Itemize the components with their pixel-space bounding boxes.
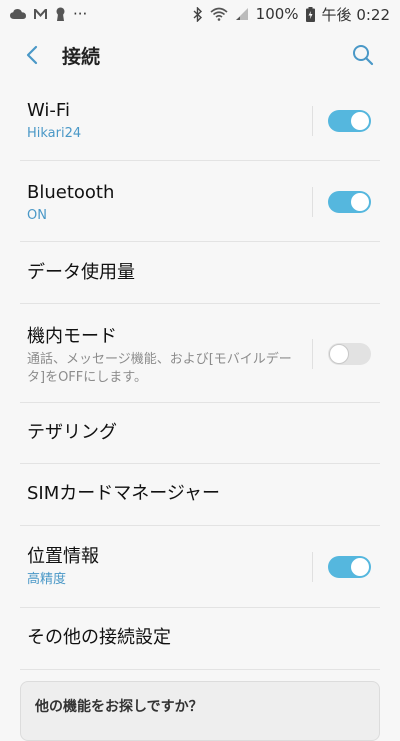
wifi-icon <box>210 7 228 21</box>
clock: 午後 0:22 <box>321 5 390 24</box>
cloud-icon <box>10 8 26 20</box>
bluetooth-toggle[interactable] <box>328 191 371 213</box>
setting-row-location[interactable]: 位置情報 高精度 <box>0 526 400 608</box>
mail-icon <box>33 8 48 20</box>
status-bar-right: 100% 午後 0:22 <box>193 4 390 25</box>
status-bar-left: ··· <box>10 5 87 23</box>
back-button[interactable] <box>18 41 46 69</box>
setting-row-more-connection-settings[interactable]: その他の接続設定 <box>0 608 400 670</box>
hint-card-title: 他の機能をお探しですか？ <box>35 699 203 715</box>
battery-charging-icon <box>305 6 315 22</box>
setting-title: 位置情報 <box>27 546 99 567</box>
toggle-knob <box>329 344 349 364</box>
divider-vertical <box>312 106 313 136</box>
toggle-knob <box>350 192 370 212</box>
airplane-mode-toggle[interactable] <box>328 343 371 365</box>
setting-row-bluetooth[interactable]: Bluetooth ON <box>0 161 400 242</box>
setting-subtitle: Hikari24 <box>27 126 82 141</box>
setting-row-airplane-mode[interactable]: 機内モード 通話、メッセージ機能、および[モバイルデータ]をOFFにします。 <box>0 304 400 403</box>
setting-row-data-usage[interactable]: データ使用量 <box>0 242 400 304</box>
toggle-knob <box>350 111 370 131</box>
search-button[interactable] <box>348 40 378 70</box>
setting-description: 通話、メッセージ機能、および[モバイルデータ]をOFFにします。 <box>27 352 292 385</box>
setting-title: Wi-Fi <box>27 100 70 121</box>
chevron-left-icon <box>26 45 38 65</box>
looking-for-more-card: 他の機能をお探しですか？ <box>20 681 380 741</box>
toggle-knob <box>350 557 370 577</box>
page-title: 接続 <box>62 46 101 68</box>
setting-title: SIMカードマネージャー <box>27 483 221 504</box>
search-icon <box>353 45 374 66</box>
divider-vertical <box>312 552 313 582</box>
setting-row-tethering[interactable]: テザリング <box>0 403 400 464</box>
setting-subtitle: ON <box>27 208 47 223</box>
setting-title: その他の接続設定 <box>27 627 171 648</box>
setting-title: 機内モード <box>27 326 117 347</box>
signal-icon <box>235 7 249 21</box>
keyhole-icon <box>55 7 66 21</box>
app-bar: 接続 <box>0 28 400 80</box>
setting-row-wifi[interactable]: Wi-Fi Hikari24 <box>0 80 400 161</box>
setting-title: データ使用量 <box>27 262 135 283</box>
divider-vertical <box>312 339 313 369</box>
setting-subtitle: 高精度 <box>27 572 67 587</box>
bluetooth-icon <box>193 6 203 22</box>
battery-percent: 100% <box>255 5 299 23</box>
location-toggle[interactable] <box>328 556 371 578</box>
setting-title: テザリング <box>27 422 117 443</box>
setting-row-sim-manager[interactable]: SIMカードマネージャー <box>0 464 400 526</box>
more-notifications-icon: ··· <box>73 5 88 23</box>
settings-list: Wi-Fi Hikari24 Bluetooth ON データ使用量 機内モード… <box>0 80 400 670</box>
divider-vertical <box>312 187 313 217</box>
status-bar: ··· 100% 午後 0:22 <box>0 0 400 28</box>
wifi-toggle[interactable] <box>328 110 371 132</box>
divider <box>20 669 380 670</box>
